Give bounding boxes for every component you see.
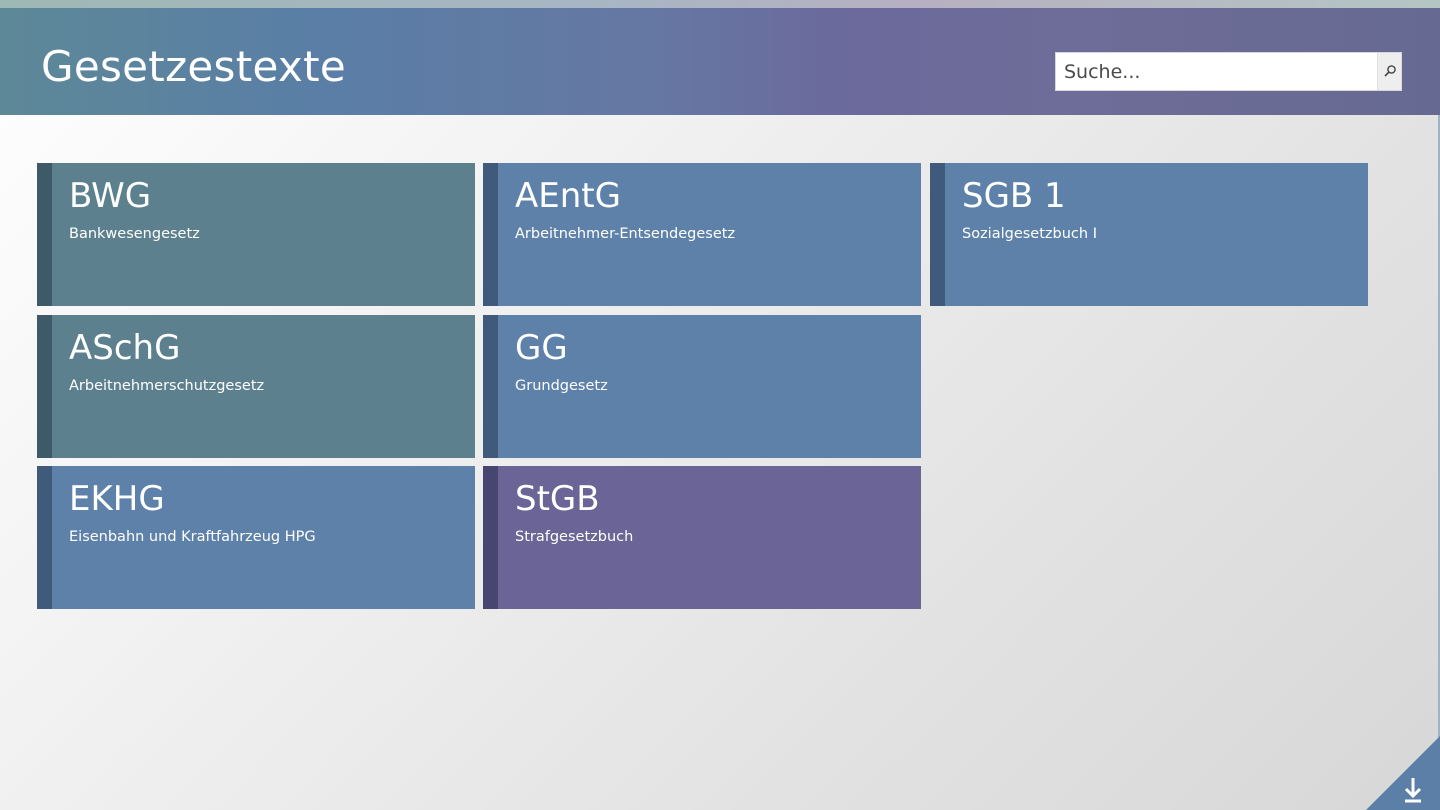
tile-accent-stripe (483, 466, 498, 609)
tile-aentg[interactable]: AEntG Arbeitnehmer-Entsendegesetz (483, 163, 921, 306)
tile-gg[interactable]: GG Grundgesetz (483, 315, 921, 458)
tile-full-name: Arbeitnehmer-Entsendegesetz (515, 226, 736, 242)
tile-stgb[interactable]: StGB Strafgesetzbuch (483, 466, 921, 609)
tile-ekhg[interactable]: EKHG Eisenbahn und Kraftfahrzeug HPG (37, 466, 475, 609)
tile-abbreviation: ASchG (69, 328, 181, 368)
tile-full-name: Strafgesetzbuch (515, 529, 634, 545)
search-box[interactable] (1055, 52, 1402, 91)
top-accent-strip (0, 0, 1440, 8)
tile-abbreviation: BWG (69, 176, 152, 216)
tile-full-name: Bankwesengesetz (69, 226, 200, 242)
tile-accent-stripe (483, 163, 498, 306)
tile-abbreviation: AEntG (515, 176, 621, 216)
tile-full-name: Eisenbahn und Kraftfahrzeug HPG (69, 529, 316, 545)
tile-bwg[interactable]: BWG Bankwesengesetz (37, 163, 475, 306)
page-title: Gesetzestexte (41, 42, 346, 91)
header-bar: Gesetzestexte (0, 8, 1440, 115)
tile-abbreviation: SGB 1 (962, 176, 1066, 216)
tile-aschg[interactable]: ASchG Arbeitnehmerschutzgesetz (37, 315, 475, 458)
search-button[interactable] (1377, 53, 1401, 90)
tile-abbreviation: StGB (515, 479, 600, 519)
tile-accent-stripe (37, 466, 52, 609)
tile-abbreviation: EKHG (69, 479, 165, 519)
tile-abbreviation: GG (515, 328, 568, 368)
tile-sgb-1[interactable]: SGB 1 Sozialgesetzbuch I (930, 163, 1368, 306)
tile-accent-stripe (930, 163, 945, 306)
app-window: Gesetzestexte BWG Bankwesengesetz AEntG … (0, 0, 1440, 810)
tile-full-name: Grundgesetz (515, 378, 608, 394)
tile-accent-stripe (37, 163, 52, 306)
tile-accent-stripe (483, 315, 498, 458)
tile-accent-stripe (37, 315, 52, 458)
download-corner-button[interactable] (1366, 736, 1440, 810)
tile-full-name: Arbeitnehmerschutzgesetz (69, 378, 265, 394)
magnifier-icon (1384, 65, 1396, 77)
search-input[interactable] (1056, 53, 1378, 90)
tile-full-name: Sozialgesetzbuch I (962, 226, 1097, 242)
